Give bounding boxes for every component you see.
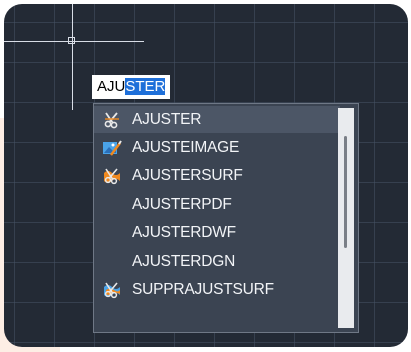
suggestion-label: AJUSTER <box>132 110 202 128</box>
dynamic-command-input[interactable]: AJUSTER <box>92 75 171 99</box>
suggestion-label: AJUSTEIMAGE <box>132 138 240 156</box>
surface-trim-icon <box>102 166 122 186</box>
suggestion-item-ajusterdgn[interactable]: AJUSTERDGN <box>94 248 340 275</box>
suggestion-item-ajusterdwf[interactable]: AJUSTERDWF <box>94 219 340 246</box>
suggestion-item-ajuster[interactable]: AJUSTER <box>94 106 340 133</box>
suggestion-item-ajusterpdf[interactable]: AJUSTERPDF <box>94 191 340 218</box>
command-autocomplete-selection: STER <box>125 78 166 95</box>
command-typed-text: AJU <box>97 78 126 95</box>
surface-untrim-icon <box>102 280 122 300</box>
suggestion-label: AJUSTERDWF <box>132 223 236 241</box>
suggestion-item-ajustersurf[interactable]: AJUSTERSURF <box>94 162 340 189</box>
autocomplete-list[interactable]: AJUSTER AJUSTEIMAGE AJUSTERSURF AJUSTERP… <box>93 103 359 333</box>
pickbox-cursor <box>68 37 75 44</box>
suggestion-label: AJUSTERDGN <box>132 252 236 270</box>
image-adjust-icon <box>102 138 122 158</box>
crosshair-vertical <box>72 4 73 110</box>
suggestion-item-supprajustsurf[interactable]: SUPPRAJUSTSURF <box>94 276 340 303</box>
scrollbar-thumb[interactable] <box>344 136 347 248</box>
trim-scissors-icon <box>102 110 122 130</box>
suggestion-label: AJUSTERSURF <box>132 166 243 184</box>
suggestion-item-ajusteimage[interactable]: AJUSTEIMAGE <box>94 134 340 161</box>
suggestion-label: AJUSTERPDF <box>132 195 232 213</box>
list-scrollbar[interactable] <box>338 108 354 328</box>
suggestion-label: SUPPRAJUSTSURF <box>132 280 274 298</box>
